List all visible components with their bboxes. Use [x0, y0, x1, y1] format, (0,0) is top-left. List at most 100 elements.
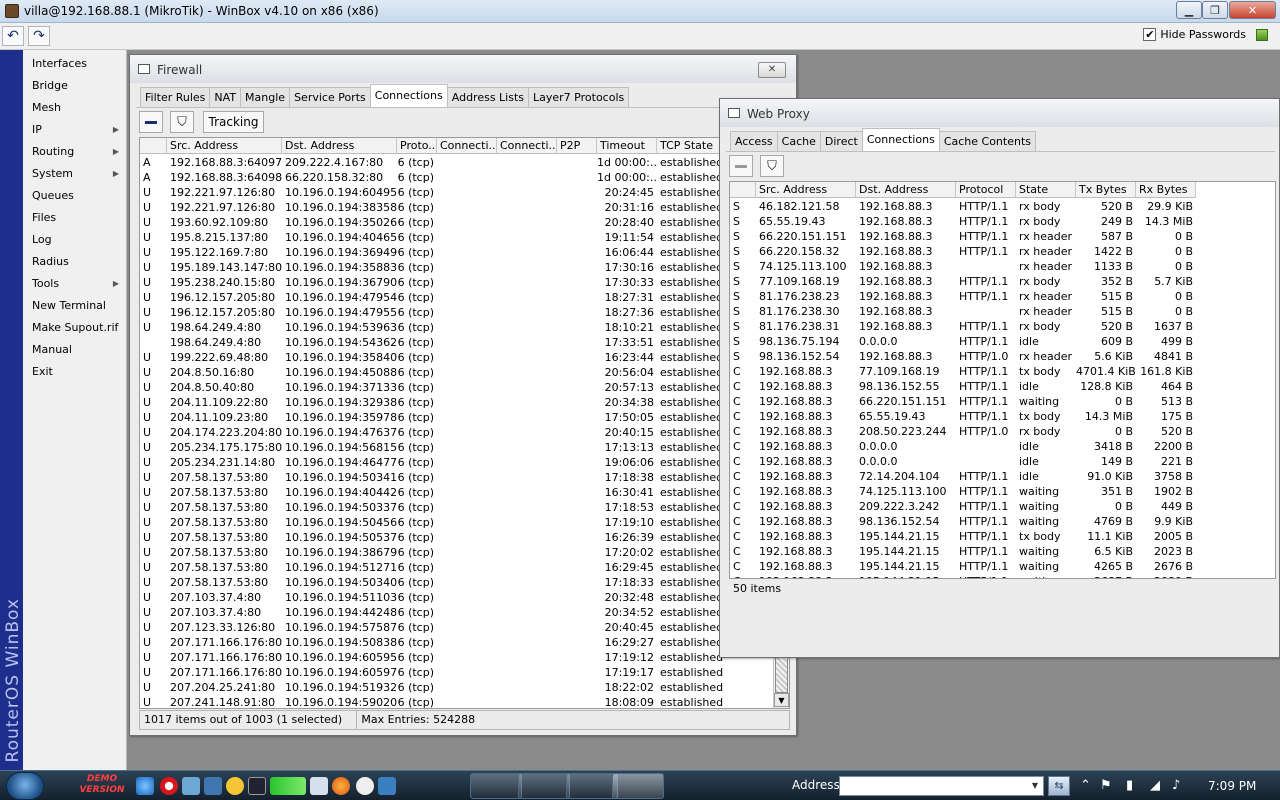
table-row[interactable]: C 192.168.88.3 98.136.152.54 HTTP/1.1 waitin…: [730, 514, 1196, 529]
table-row[interactable]: S 74.125.113.100 192.168.88.3 rx header 1133…: [730, 259, 1196, 274]
column-header-rx-bytes[interactable]: Rx Bytes: [1136, 182, 1196, 198]
firefox-icon[interactable]: [332, 777, 350, 795]
table-row[interactable]: U 204.11.109.22:80 10.196.0.194:32938 6 (tc…: [140, 395, 771, 410]
table-row[interactable]: S 66.220.158.32 192.168.88.3 HTTP/1.1 rx hea…: [730, 244, 1196, 259]
table-row[interactable]: U 205.234.175.175:80 10.196.0.194:56815 6 (…: [140, 440, 771, 455]
firewall-close-button[interactable]: ✕: [758, 62, 786, 78]
column-header-src-address[interactable]: Src. Address: [756, 182, 856, 198]
calculator-icon[interactable]: [310, 777, 328, 795]
tab-mangle[interactable]: Mangle: [240, 87, 291, 107]
table-row[interactable]: U 193.60.92.109:80 10.196.0.194:35026 6 (tc…: [140, 215, 771, 230]
table-row[interactable]: S 98.136.75.194 0.0.0.0 HTTP/1.1 idle 609 B 49…: [730, 334, 1196, 349]
table-row[interactable]: S 65.55.19.43 192.168.88.3 HTTP/1.1 rx body 2…: [730, 214, 1196, 229]
table-row[interactable]: U 207.123.33.126:80 10.196.0.194:57587 6 (t…: [140, 620, 771, 635]
table-row[interactable]: U 205.234.231.14:80 10.196.0.194:46477 6 (t…: [140, 455, 771, 470]
tab-filter-rules[interactable]: Filter Rules: [140, 87, 211, 107]
menu-item-files[interactable]: Files: [23, 207, 127, 229]
tab-access[interactable]: Access: [730, 131, 778, 151]
table-row[interactable]: U 207.171.166.176:80 10.196.0.194:50838 6 (…: [140, 635, 771, 650]
tab-service-ports[interactable]: Service Ports: [289, 87, 371, 107]
signal-bars-icon[interactable]: [270, 777, 306, 795]
menu-item-tools[interactable]: Tools ▶: [23, 273, 127, 295]
table-row[interactable]: U 204.8.50.40:80 10.196.0.194:37133 6 (tcp)…: [140, 380, 771, 395]
panda-icon[interactable]: [356, 777, 374, 795]
table-row[interactable]: C 192.168.88.3 74.125.113.100 HTTP/1.1 waiti…: [730, 484, 1196, 499]
column-header-connecti[interactable]: Connecti...: [497, 138, 557, 154]
taskbar-explorer[interactable]: [470, 773, 522, 799]
table-row[interactable]: C 192.168.88.3 195.144.21.15 HTTP/1.1 tx bod…: [730, 529, 1196, 544]
flag-icon[interactable]: ⚑: [1100, 779, 1112, 792]
menu-item-system[interactable]: System ▶: [23, 163, 127, 185]
menu-item-make-supout-rif[interactable]: Make Supout.rif: [23, 317, 127, 339]
table-row[interactable]: S 98.136.152.54 192.168.88.3 HTTP/1.0 rx hea…: [730, 349, 1196, 364]
table-row[interactable]: S 81.176.238.31 192.168.88.3 HTTP/1.1 rx bod…: [730, 319, 1196, 334]
table-row[interactable]: U 207.58.137.53:80 10.196.0.194:40442 6 (tc…: [140, 485, 771, 500]
tracking-button[interactable]: Tracking: [203, 111, 264, 133]
monitor-icon[interactable]: [204, 777, 222, 795]
menu-item-queues[interactable]: Queues: [23, 185, 127, 207]
table-row[interactable]: C 192.168.88.3 0.0.0.0 idle 149 B 221 B: [730, 454, 1196, 469]
table-row[interactable]: U 207.58.137.53:80 10.196.0.194:50537 6 (tc…: [140, 530, 771, 545]
tab-nat[interactable]: NAT: [209, 87, 242, 107]
table-row[interactable]: U 195.122.169.7:80 10.196.0.194:36949 6 (tc…: [140, 245, 771, 260]
column-header-flags[interactable]: [140, 138, 167, 154]
table-row[interactable]: U 195.8.215.137:80 10.196.0.194:40465 6 (tc…: [140, 230, 771, 245]
table-row[interactable]: U 207.58.137.53:80 10.196.0.194:50341 6 (tc…: [140, 470, 771, 485]
table-row[interactable]: U 196.12.157.205:80 10.196.0.194:47955 6 (t…: [140, 305, 771, 320]
address-go-button[interactable]: ⇆: [1048, 776, 1070, 796]
table-row[interactable]: 198.64.249.4:80 10.196.0.194:54362 6 (tcp)…: [140, 335, 771, 350]
wifi-signal-icon[interactable]: ◢: [1150, 779, 1160, 792]
smiley-icon[interactable]: [226, 777, 244, 795]
table-row[interactable]: U 207.204.25.241:80 10.196.0.194:51932 6 (t…: [140, 680, 771, 695]
minimize-button[interactable]: ▁: [1176, 1, 1202, 19]
filter-button[interactable]: ⛉: [170, 111, 194, 133]
tab-cache[interactable]: Cache: [776, 131, 821, 151]
table-row[interactable]: U 192.221.97.126:80 10.196.0.194:60495 6 (t…: [140, 185, 771, 200]
table-row[interactable]: C 192.168.88.3 65.55.19.43 HTTP/1.1 tx body 1…: [730, 409, 1196, 424]
menu-item-mesh[interactable]: Mesh: [23, 97, 127, 119]
table-row[interactable]: C 192.168.88.3 98.136.152.55 HTTP/1.1 idle 12…: [730, 379, 1196, 394]
table-row[interactable]: U 195.189.143.147:80 10.196.0.194:35883 6 (…: [140, 260, 771, 275]
tab-layer7-protocols[interactable]: Layer7 Protocols: [528, 87, 630, 107]
ie-icon[interactable]: [136, 777, 154, 795]
tab-address-lists[interactable]: Address Lists: [446, 87, 530, 107]
scroll-down-arrow[interactable]: ▼: [774, 693, 789, 707]
column-header-proto[interactable]: Proto...: [397, 138, 437, 154]
table-row[interactable]: U 195.238.240.15:80 10.196.0.194:36790 6 (t…: [140, 275, 771, 290]
table-row[interactable]: A 192.168.88.3:64098 66.220.158.32:80 6 (tc…: [140, 170, 771, 185]
table-row[interactable]: U 204.11.109.23:80 10.196.0.194:35978 6 (tc…: [140, 410, 771, 425]
table-row[interactable]: S 66.220.151.151 192.168.88.3 HTTP/1.1 rx he…: [730, 229, 1196, 244]
column-header-connecti[interactable]: Connecti...: [437, 138, 497, 154]
menu-item-interfaces[interactable]: Interfaces: [23, 53, 127, 75]
webproxy-titlebar[interactable]: Web Proxy: [720, 99, 1279, 127]
hide-passwords-toggle[interactable]: ✔ Hide Passwords: [1143, 28, 1268, 41]
table-row[interactable]: U 207.58.137.53:80 10.196.0.194:50340 6 (tc…: [140, 575, 771, 590]
taskbar-media-player[interactable]: [566, 773, 618, 799]
taskbar-ie[interactable]: [518, 773, 570, 799]
table-row[interactable]: U 198.64.249.4:80 10.196.0.194:53963 6 (tcp…: [140, 320, 771, 335]
column-header-src-address[interactable]: Src. Address: [167, 138, 282, 154]
opera-icon[interactable]: [160, 777, 178, 795]
column-header-p2p[interactable]: P2P: [557, 138, 597, 154]
menu-item-routing[interactable]: Routing ▶: [23, 141, 127, 163]
hide-passwords-checkbox[interactable]: ✔: [1143, 28, 1157, 41]
menu-item-new-terminal[interactable]: New Terminal: [23, 295, 127, 317]
table-row[interactable]: U 207.58.137.53:80 10.196.0.194:38679 6 (tc…: [140, 545, 771, 560]
table-row[interactable]: U 207.241.148.91:80 10.196.0.194:59020 6 (t…: [140, 695, 771, 708]
table-row[interactable]: C 192.168.88.3 195.144.21.15 HTTP/1.1 waitin…: [730, 544, 1196, 559]
table-row[interactable]: U 207.103.37.4:80 10.196.0.194:44248 6 (tcp…: [140, 605, 771, 620]
table-row[interactable]: U 207.171.166.176:80 10.196.0.194:60597 6 (…: [140, 665, 771, 680]
table-row[interactable]: A 192.168.88.3:64097 209.222.4.167:80 6 (tc…: [140, 155, 771, 170]
table-row[interactable]: U 196.12.157.205:80 10.196.0.194:47954 6 (t…: [140, 290, 771, 305]
volume-icon[interactable]: ♪: [1172, 779, 1180, 792]
column-header-state[interactable]: State: [1016, 182, 1076, 198]
table-row[interactable]: C 192.168.88.3 209.222.3.242 HTTP/1.1 waitin…: [730, 499, 1196, 514]
disable-button[interactable]: [139, 111, 163, 133]
table-row[interactable]: U 207.58.137.53:80 10.196.0.194:50337 6 (tc…: [140, 500, 771, 515]
clock[interactable]: 7:09 PM: [1208, 779, 1256, 793]
start-button[interactable]: [6, 772, 44, 800]
column-header-protocol[interactable]: Protocol: [956, 182, 1016, 198]
filter-button[interactable]: ⛉: [760, 155, 784, 177]
tab-direct[interactable]: Direct: [819, 131, 863, 151]
tab-connections[interactable]: Connections: [861, 128, 940, 151]
